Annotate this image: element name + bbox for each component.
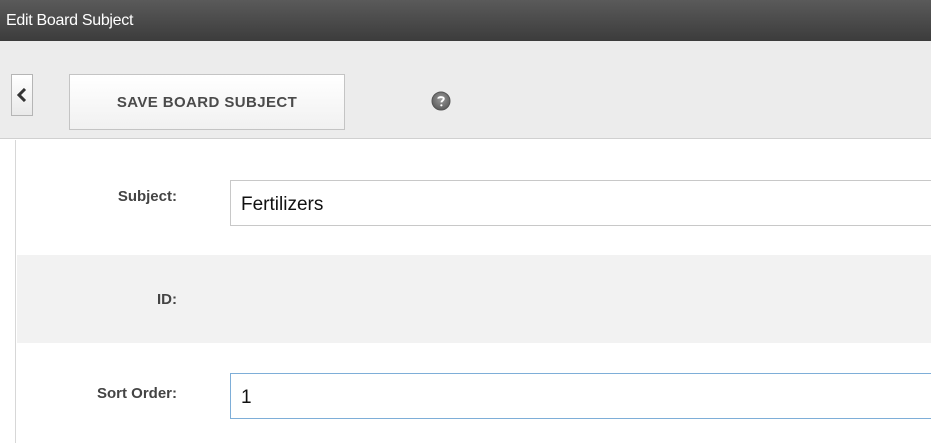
save-board-subject-button[interactable]: SAVE BOARD SUBJECT [69, 74, 345, 130]
question-circle-icon[interactable] [431, 91, 451, 111]
edit-board-subject-window: Edit Board Subject SAVE BOARD SUBJECT Su… [0, 0, 931, 443]
subject-input[interactable] [230, 180, 931, 226]
back-button[interactable] [11, 74, 33, 116]
id-label: ID: [157, 291, 177, 308]
form-left-gutter [0, 140, 16, 443]
title-bar: Edit Board Subject [0, 0, 931, 41]
window-title: Edit Board Subject [6, 12, 134, 29]
id-row: ID: [17, 255, 931, 343]
chevron-left-icon [17, 88, 27, 102]
subject-row: Subject: [17, 140, 931, 255]
subject-label: Subject: [117, 188, 177, 205]
sort-order-label: Sort Order: [96, 385, 177, 402]
sort-order-input[interactable] [230, 373, 931, 419]
sort-order-row: Sort Order: [17, 343, 931, 443]
toolbar: SAVE BOARD SUBJECT [0, 41, 931, 139]
